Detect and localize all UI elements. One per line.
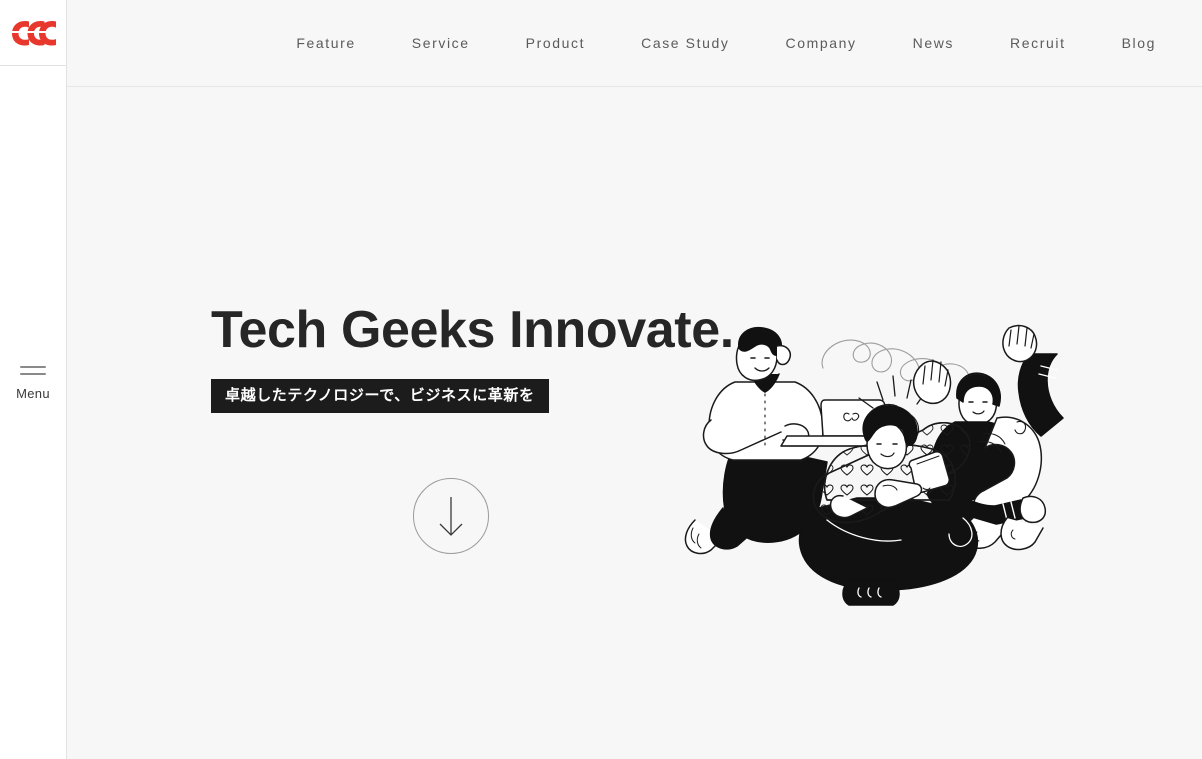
- nav-item-recruit[interactable]: Recruit: [1010, 25, 1066, 61]
- site-header: Feature Service Product Case Study Compa…: [67, 0, 1202, 87]
- left-rail: Menu: [0, 0, 67, 759]
- scroll-down-button[interactable]: [413, 478, 489, 554]
- logo-home-link[interactable]: [0, 0, 66, 66]
- hero-subtitle: 卓越したテクノロジーで、ビジネスに革新を: [211, 379, 549, 414]
- nav-item-case-study[interactable]: Case Study: [641, 25, 729, 61]
- menu-toggle-button[interactable]: Menu: [0, 366, 66, 400]
- page-root: Menu Feature Service Product Case Study …: [0, 0, 1202, 759]
- main-navigation: Feature Service Product Case Study Compa…: [268, 25, 1202, 61]
- nav-item-feature[interactable]: Feature: [296, 25, 355, 61]
- three-people-with-devices-illustration-icon: [684, 324, 1064, 606]
- hero-section: Tech Geeks Innovate. 卓越したテクノロジーで、ビジネスに革新…: [67, 87, 1202, 759]
- nav-item-company[interactable]: Company: [785, 25, 856, 61]
- css-logo-mark-icon: [10, 20, 56, 45]
- nav-item-service[interactable]: Service: [412, 25, 470, 61]
- hero-copy-block: Tech Geeks Innovate. 卓越したテクノロジーで、ビジネスに革新…: [211, 301, 734, 414]
- nav-item-blog[interactable]: Blog: [1122, 25, 1156, 61]
- arrow-down-icon: [439, 497, 463, 536]
- nav-item-product[interactable]: Product: [526, 25, 585, 61]
- nav-item-news[interactable]: News: [913, 25, 954, 61]
- hero-illustration: [677, 322, 1097, 607]
- hamburger-icon: [20, 366, 46, 377]
- menu-label: Menu: [16, 386, 50, 401]
- hero-title: Tech Geeks Innovate.: [211, 301, 734, 359]
